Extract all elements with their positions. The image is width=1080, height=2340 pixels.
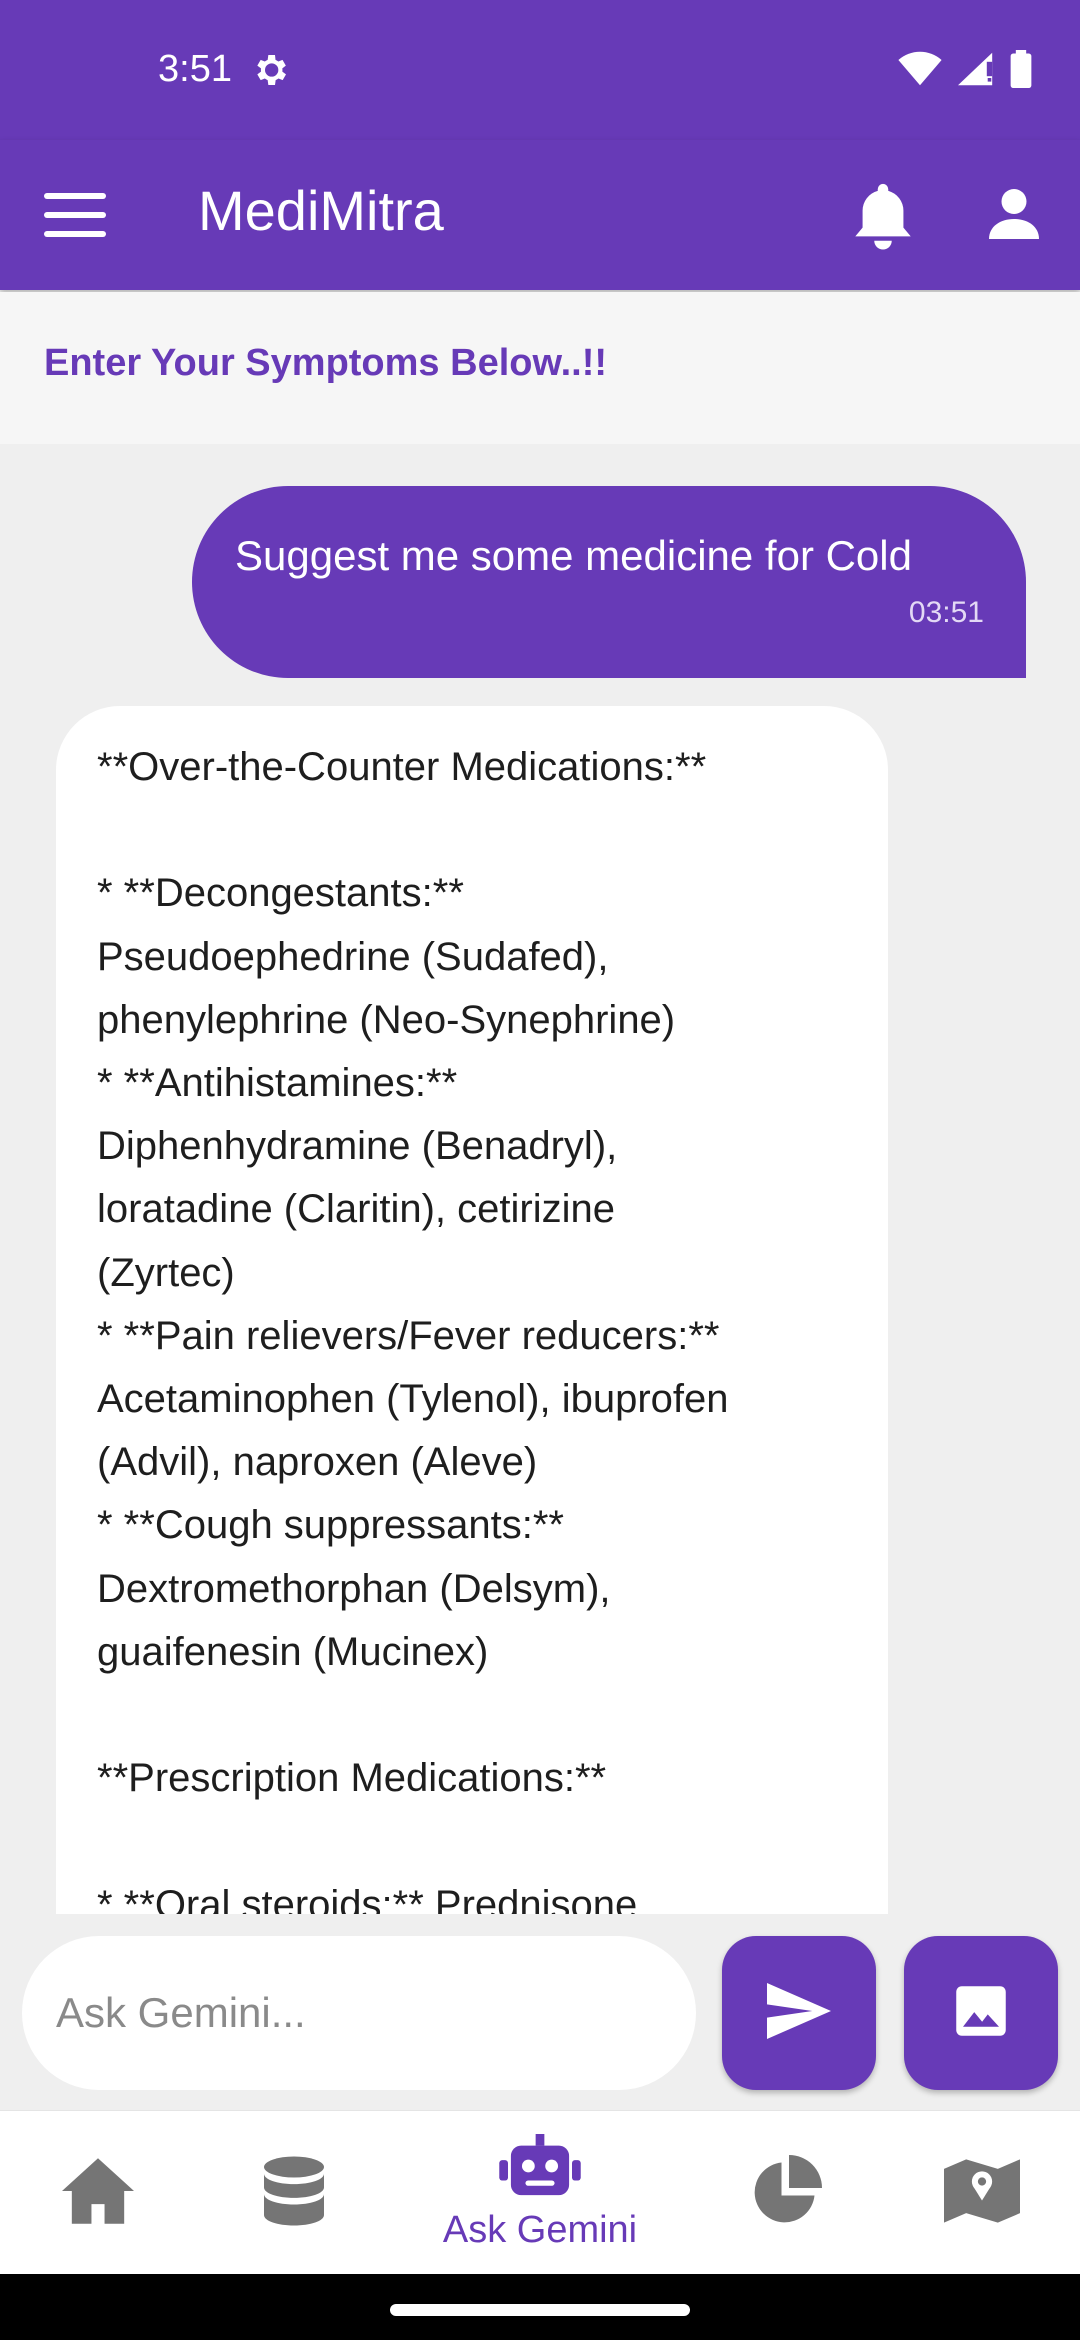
bottom-navigation: Ask Gemini [0,2110,1080,2275]
battery-icon [1010,50,1032,93]
user-message-text: Suggest me some medicine for Cold [235,532,912,579]
bot-message-text: **Over-the-Counter Medications:** * **De… [97,745,729,1914]
signal-icon [956,51,996,92]
map-icon [944,2155,1020,2232]
pie-chart-icon [750,2154,822,2232]
prompt-banner: Enter Your Symptoms Below..!! [0,292,1080,444]
home-icon [58,2155,138,2232]
chat-area[interactable]: Suggest me some medicine for Cold 03:51 … [0,444,1080,1914]
system-navigation-bar [0,2274,1080,2340]
send-button[interactable] [722,1936,876,2090]
profile-icon[interactable] [984,184,1044,244]
nav-database[interactable] [196,2111,392,2275]
bot-message-bubble: **Over-the-Counter Medications:** * **De… [56,706,888,1914]
wifi-icon [898,51,942,92]
notification-bell-icon[interactable] [848,178,918,254]
status-bar: 3:51 [0,0,1080,140]
user-message-bubble: Suggest me some medicine for Cold 03:51 [192,486,1026,678]
robot-icon [498,2134,582,2203]
status-time: 3:51 [158,48,232,90]
image-upload-button[interactable] [904,1936,1058,2090]
message-input-row [0,1914,1080,2110]
app-title: MediMitra [198,179,444,242]
menu-icon[interactable] [40,185,110,245]
status-icons [898,50,1032,93]
nav-ask-gemini[interactable]: Ask Gemini [442,2111,638,2275]
settings-gear-icon [250,50,290,90]
user-message-time: 03:51 [908,596,984,629]
app-bar: MediMitra [0,140,1080,290]
nav-statistics[interactable] [688,2111,884,2275]
nav-home[interactable] [0,2111,196,2275]
send-icon [767,1982,831,2044]
ask-gemini-input[interactable] [22,1936,696,2090]
database-icon [262,2155,326,2232]
prompt-text: Enter Your Symptoms Below..!! [44,342,608,384]
nav-map[interactable] [884,2111,1080,2275]
nav-ask-gemini-label: Ask Gemini [442,2209,638,2251]
image-icon [954,1984,1008,2043]
home-gesture-handle[interactable] [390,2304,690,2316]
